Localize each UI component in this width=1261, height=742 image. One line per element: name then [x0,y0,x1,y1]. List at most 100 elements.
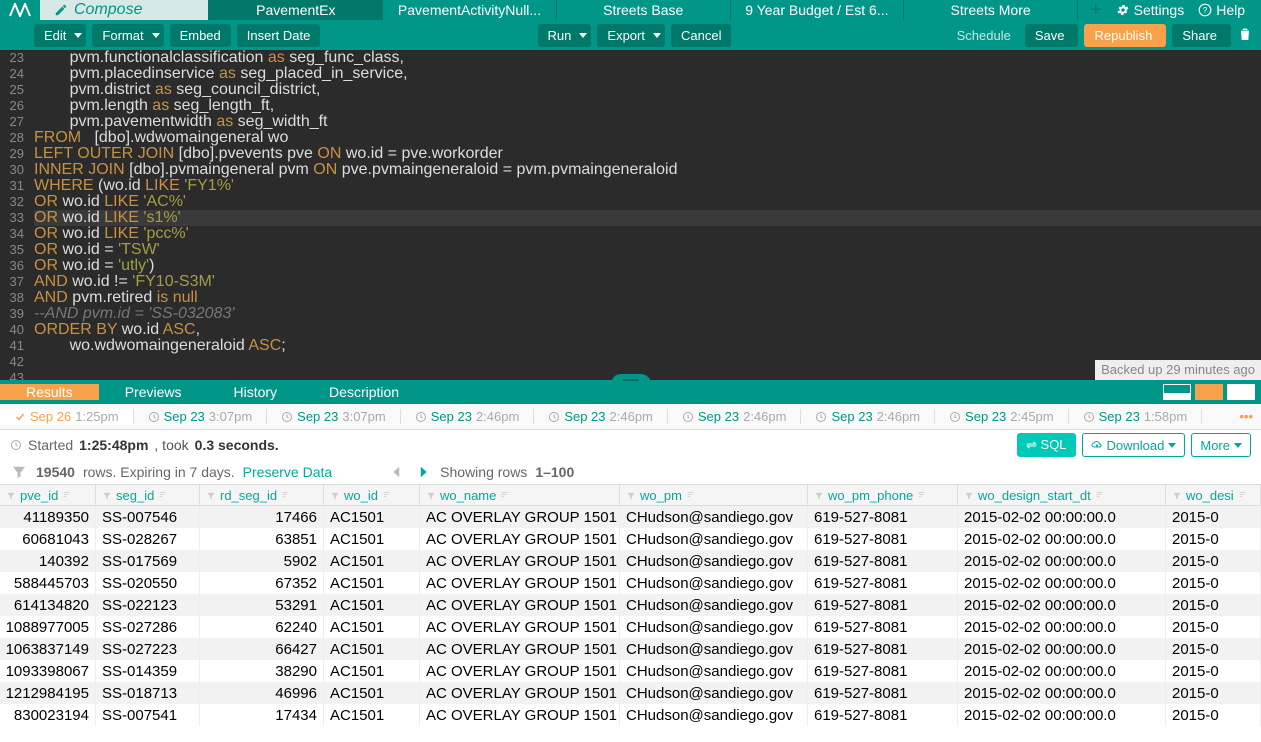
sort-icon[interactable] [62,490,72,500]
table-row[interactable]: 41189350SS-00754617466AC1501AC OVERLAY G… [0,506,1261,528]
column-header[interactable]: seg_id [96,485,200,505]
sort-icon[interactable] [382,490,392,500]
column-header[interactable]: rd_seg_id [200,485,324,505]
sort-icon[interactable] [500,490,510,500]
sort-icon[interactable] [158,490,168,500]
resize-handle[interactable] [611,374,651,386]
view-half-icon[interactable] [1195,384,1223,400]
file-tab[interactable]: PavementActivityNull... [382,0,556,20]
preserve-data-link[interactable]: Preserve Data [243,464,332,480]
save-button[interactable]: Save [1025,24,1079,47]
cancel-button[interactable]: Cancel [671,24,731,47]
table-cell: SS-014359 [96,660,200,682]
insert-date-button[interactable]: Insert Date [237,24,321,47]
column-header[interactable]: wo_name [420,485,620,505]
results-nav-tab[interactable]: Results [0,384,99,400]
run-history-more[interactable]: ••• [1231,409,1261,424]
filter-icon[interactable] [964,490,974,500]
table-cell: SS-027286 [96,616,200,638]
clock-icon [415,411,427,423]
next-page-icon[interactable] [414,463,432,481]
delete-button[interactable] [1237,26,1253,45]
run-tab[interactable]: Sep 23 1:58pm [1069,409,1203,424]
filter-icon[interactable] [206,490,216,500]
help-link[interactable]: ?Help [1198,2,1249,18]
results-grid: pve_idseg_idrd_seg_idwo_idwo_namewo_pmwo… [0,484,1261,726]
column-header[interactable]: wo_pm_phone [808,485,958,505]
run-button[interactable]: Run [538,24,592,47]
filter-icon[interactable] [1172,490,1182,500]
settings-label: Settings [1134,2,1185,18]
prev-page-icon[interactable] [388,463,406,481]
run-tab[interactable]: Sep 23 2:46pm [668,409,802,424]
table-row[interactable]: 60681043SS-02826763851AC1501AC OVERLAY G… [0,528,1261,550]
run-tab[interactable]: Sep 23 3:07pm [134,409,268,424]
run-tab[interactable]: Sep 23 3:07pm [267,409,401,424]
table-cell: 2015-0 [1166,638,1261,660]
column-header[interactable]: wo_desi [1166,485,1261,505]
table-cell: SS-017569 [96,550,200,572]
download-button[interactable]: Download [1082,433,1186,457]
republish-button[interactable]: Republish [1084,24,1166,47]
sql-button[interactable]: ⇌ SQL [1017,433,1076,457]
app-logo[interactable] [0,0,40,20]
table-row[interactable]: 1063837149SS-02722366427AC1501AC OVERLAY… [0,638,1261,660]
schedule-button[interactable]: Schedule [949,24,1019,47]
table-row[interactable]: 140392SS-0175695902AC1501AC OVERLAY GROU… [0,550,1261,572]
settings-link[interactable]: Settings [1116,2,1185,18]
table-row[interactable]: 614134820SS-02212353291AC1501AC OVERLAY … [0,594,1261,616]
view-toggle [1163,384,1255,400]
run-tab[interactable]: Sep 23 2:46pm [401,409,535,424]
showing-range: 1–100 [535,464,574,480]
column-header[interactable]: pve_id [0,485,96,505]
share-button[interactable]: Share [1172,24,1231,47]
sort-icon[interactable] [917,490,927,500]
table-cell: 2015-0 [1166,682,1261,704]
filter-icon[interactable] [102,490,112,500]
run-tab[interactable]: Sep 23 2:46pm [801,409,935,424]
filter-icon[interactable] [10,463,28,481]
run-tab[interactable]: Sep 23 2:46pm [534,409,668,424]
edit-button[interactable]: Edit [34,24,86,47]
column-header[interactable]: wo_pm [620,485,808,505]
run-tab[interactable]: Sep 26 1:25pm [0,409,134,424]
sort-icon[interactable] [1095,490,1105,500]
more-button[interactable]: More [1191,433,1251,457]
column-header[interactable]: wo_id [324,485,420,505]
results-nav-tab[interactable]: History [207,384,303,400]
filter-icon[interactable] [330,490,340,500]
sort-icon[interactable] [1238,490,1248,500]
add-tab-button[interactable]: + [1090,0,1102,20]
file-tab[interactable]: 9 Year Budget / Est 6... [730,0,904,20]
format-button[interactable]: Format [92,24,163,47]
table-row[interactable]: 830023194SS-00754117434AC1501AC OVERLAY … [0,704,1261,726]
results-nav-tab[interactable]: Previews [99,384,208,400]
table-cell: 17466 [200,506,324,528]
table-row[interactable]: 1093398067SS-01435938290AC1501AC OVERLAY… [0,660,1261,682]
sort-icon[interactable] [281,490,291,500]
run-tab[interactable]: Sep 23 2:45pm [935,409,1069,424]
sort-icon[interactable] [686,490,696,500]
chevron-down-icon [1168,443,1176,448]
run-history-tabs: Sep 26 1:25pmSep 23 3:07pmSep 23 3:07pmS… [0,404,1261,430]
file-tab[interactable]: Streets Base [556,0,730,20]
filter-icon[interactable] [814,490,824,500]
column-header[interactable]: wo_design_start_dt [958,485,1166,505]
file-tab[interactable]: Streets More [903,0,1077,20]
table-row[interactable]: 1088977005SS-02728662240AC1501AC OVERLAY… [0,616,1261,638]
view-split-icon[interactable] [1163,384,1191,400]
filter-icon[interactable] [426,490,436,500]
table-row[interactable]: 1212984195SS-01871346996AC1501AC OVERLAY… [0,682,1261,704]
sql-editor[interactable]: 2324252627282930313233343536373839404142… [0,50,1261,380]
view-full-icon[interactable] [1227,384,1255,400]
table-cell: 619-527-8081 [808,660,958,682]
compose-button[interactable]: Compose [40,0,208,20]
export-button[interactable]: Export [597,24,665,47]
table-row[interactable]: 588445703SS-02055067352AC1501AC OVERLAY … [0,572,1261,594]
file-tab[interactable]: PavementEx [208,0,382,20]
embed-button[interactable]: Embed [170,24,231,47]
results-nav-tab[interactable]: Description [303,384,425,400]
filter-icon[interactable] [626,490,636,500]
filter-icon[interactable] [6,490,16,500]
header-right: + Settings ?Help [1077,0,1261,20]
